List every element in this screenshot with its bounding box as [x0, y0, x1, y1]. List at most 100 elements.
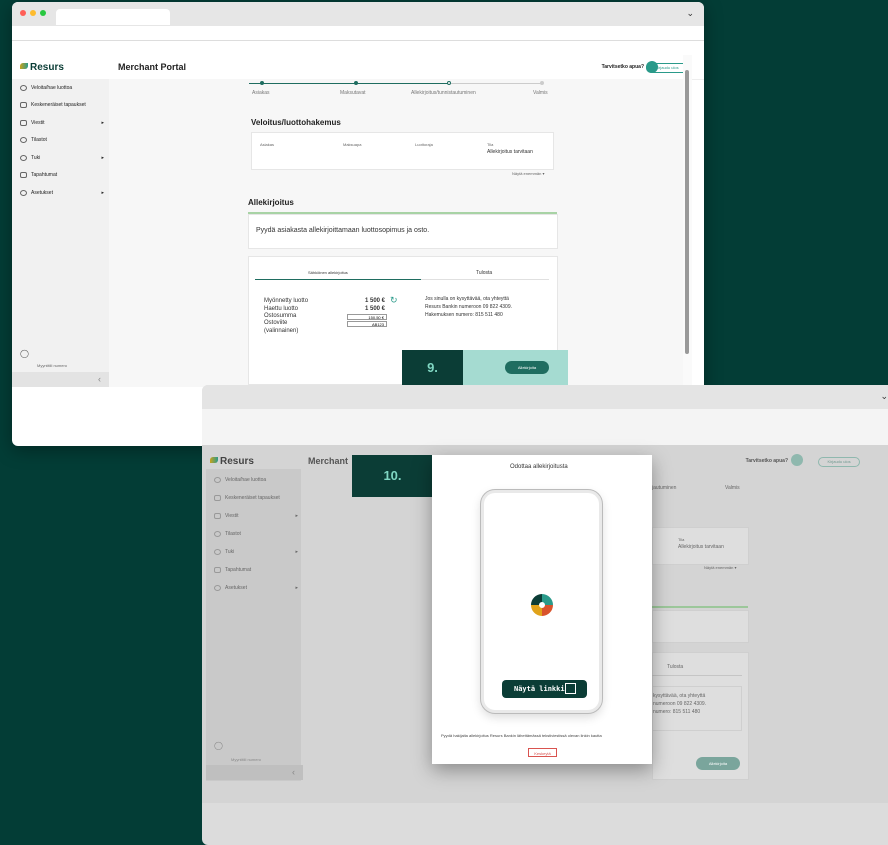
step-label: Allekirjoitus/tunnistautuminen — [411, 90, 476, 96]
step-label: Maksutavat — [340, 90, 366, 96]
step-track-done — [249, 83, 449, 84]
sidebar-item-stats[interactable]: Tilastot — [214, 531, 298, 537]
chevron-right-icon: ▸ — [295, 585, 298, 591]
minimize-dot-icon[interactable] — [30, 10, 36, 16]
reference-input[interactable]: AB123 — [347, 321, 387, 327]
address-bar[interactable] — [12, 26, 704, 41]
profile-label: Myyntitili numero — [37, 363, 68, 368]
portal-title: Merchant Portal — [118, 62, 187, 72]
help-text: Tarvitsetko apua? — [601, 64, 644, 70]
active-tab-indicator — [255, 279, 421, 280]
step-dot-done — [354, 81, 358, 85]
tab-print[interactable]: Tulosta — [476, 270, 492, 276]
application-title: Veloitus/luottohakemus — [251, 118, 341, 127]
amount-label: Ostosumma — [264, 313, 297, 319]
address-bar[interactable] — [202, 409, 888, 446]
step-label: Asiakas — [252, 90, 270, 96]
chevron-right-icon: ▸ — [101, 190, 104, 196]
modal-instruction: Pyydä hakijalta allekirjoitus Resurs Ban… — [441, 733, 602, 738]
resurs-logo-icon — [20, 63, 28, 69]
sidebar-item-pending[interactable]: Keskeneräiset tapaukset — [20, 102, 104, 108]
sidebar-item-label: Tuki — [225, 549, 235, 555]
chart-icon — [20, 137, 27, 143]
sidebar-item-label: Tilastot — [31, 137, 47, 143]
browser-tab[interactable] — [56, 9, 170, 25]
instruction-text: Pyydä asiakasta allekirjoittamaan luotto… — [256, 227, 430, 234]
optional-label: (valinnainen) — [264, 328, 299, 334]
chat-icon — [20, 155, 27, 161]
sidebar-item-settings[interactable]: Asetukset ▸ — [20, 190, 104, 196]
step-callout-9: 9. — [402, 350, 463, 386]
refresh-icon[interactable]: ↻ — [390, 295, 398, 306]
logout-button[interactable]: Kirjaudu ulos — [646, 63, 688, 73]
resurs-symbol-icon — [531, 594, 553, 616]
app-header: Resurs Merchant Portal Tarvitsetko apua?… — [12, 57, 704, 80]
granted-label: Myönnetty luotto — [264, 298, 309, 304]
scrollbar-thumb[interactable] — [685, 70, 689, 354]
help-text: Tarvitsetko apua? — [745, 458, 788, 464]
sidebar-item-charge[interactable]: Veloita/hae luottoa — [214, 477, 298, 483]
info-line: Hakemuksen numero: 815 511 480 — [425, 312, 503, 318]
sidebar-item-support[interactable]: Tuki ▸ — [20, 155, 104, 161]
sidebar: Veloita/hae luottoa Keskeneräiset tapauk… — [12, 79, 109, 387]
sidebar-item-charge[interactable]: Veloita/hae luottoa — [20, 85, 104, 91]
sidebar-item-support[interactable]: Tuki ▸ — [214, 549, 298, 555]
sidebar-item-label: Veloita/hae luottoa — [31, 85, 73, 91]
granted-value: 1 500 € — [365, 298, 386, 304]
info-line: Jos sinulla on kysyttävää, ota yhteyttä — [425, 296, 509, 302]
circle-icon — [20, 85, 27, 91]
bg-tab-print: Tulosta — [667, 664, 684, 670]
sidebar-item-messages[interactable]: Viestit ▸ — [20, 120, 104, 126]
collapse-sidebar-button[interactable]: ‹ — [206, 765, 303, 780]
sign-button[interactable]: Allekirjoita — [505, 361, 549, 374]
sidebar-item-stats[interactable]: Tilastot — [20, 137, 104, 143]
resurs-logo-icon — [210, 457, 218, 463]
chevron-right-icon: ▸ — [101, 120, 104, 126]
chat-icon[interactable] — [791, 454, 803, 466]
brand-logo[interactable]: Resurs — [20, 62, 64, 73]
sidebar-item-pending[interactable]: Keskeneräiset tapaukset — [214, 495, 298, 501]
gear-icon — [214, 585, 221, 591]
sidebar-item-settings[interactable]: Asetukset ▸ — [214, 585, 298, 591]
reference-label: Ostoviite — [264, 320, 288, 326]
chevron-right-icon: ▸ — [295, 549, 298, 555]
sidebar-item-events[interactable]: Tapahtumat — [20, 172, 104, 178]
tab-electronic[interactable]: Sähköinen allekirjoitus — [308, 270, 348, 275]
amount-input[interactable]: 150.50 € — [347, 314, 387, 320]
brand-logo[interactable]: Resurs — [210, 456, 254, 467]
step-dot-done — [260, 81, 264, 85]
chevron-down-icon[interactable]: ⌄ — [686, 8, 694, 19]
brand-name: Resurs — [220, 456, 254, 467]
cancel-button[interactable]: Keskeytä — [528, 748, 557, 757]
bg-instruction-card — [652, 610, 749, 643]
chevron-down-icon[interactable]: ⌄ — [880, 391, 888, 402]
logout-button[interactable]: Kirjaudu ulos — [818, 457, 860, 467]
sidebar: Veloita/hae luottoa Keskeneräiset tapauk… — [206, 469, 303, 781]
chevron-right-icon: ▸ — [295, 513, 298, 519]
tab-underline — [421, 279, 549, 280]
gear-icon — [20, 190, 27, 196]
sidebar-item-label: Tapahtumat — [31, 172, 58, 178]
user-icon[interactable]: ◯ — [20, 349, 29, 358]
modal-title: Odottaa allekirjoitusta — [510, 464, 568, 470]
sidebar-item-label: Keskeneräiset tapaukset — [225, 495, 280, 501]
bg-sign-button: Allekirjoita — [696, 757, 740, 770]
sidebar-item-messages[interactable]: Viestit ▸ — [214, 513, 298, 519]
close-dot-icon[interactable] — [20, 10, 26, 16]
bg-step-label: Valmis — [725, 485, 740, 491]
collapse-sidebar-button[interactable]: ‹ — [12, 372, 109, 387]
bg-tab-underline — [652, 675, 742, 676]
show-more-link[interactable]: Näytä enemmän ▾ — [512, 171, 544, 176]
sidebar-item-label: Tapahtumat — [225, 567, 252, 573]
info-line: Resurs Bankin numeroon 09 822 4309. — [425, 304, 513, 310]
sidebar-item-events[interactable]: Tapahtumat — [214, 567, 298, 573]
user-icon[interactable]: ◯ — [214, 741, 223, 750]
col-header: Asiakas — [260, 142, 275, 147]
qr-code-icon — [565, 683, 576, 694]
bg-info-line: numero: 815 511 480 — [653, 709, 701, 715]
bg-show-more: Näytä enemmän ▾ — [704, 565, 737, 570]
browser-chrome: ⌄ — [202, 385, 888, 409]
maximize-dot-icon[interactable] — [40, 10, 46, 16]
sidebar-item-label: Tuki — [31, 155, 41, 161]
bg-info-line: numeroon 09 822 4309. — [653, 701, 707, 707]
